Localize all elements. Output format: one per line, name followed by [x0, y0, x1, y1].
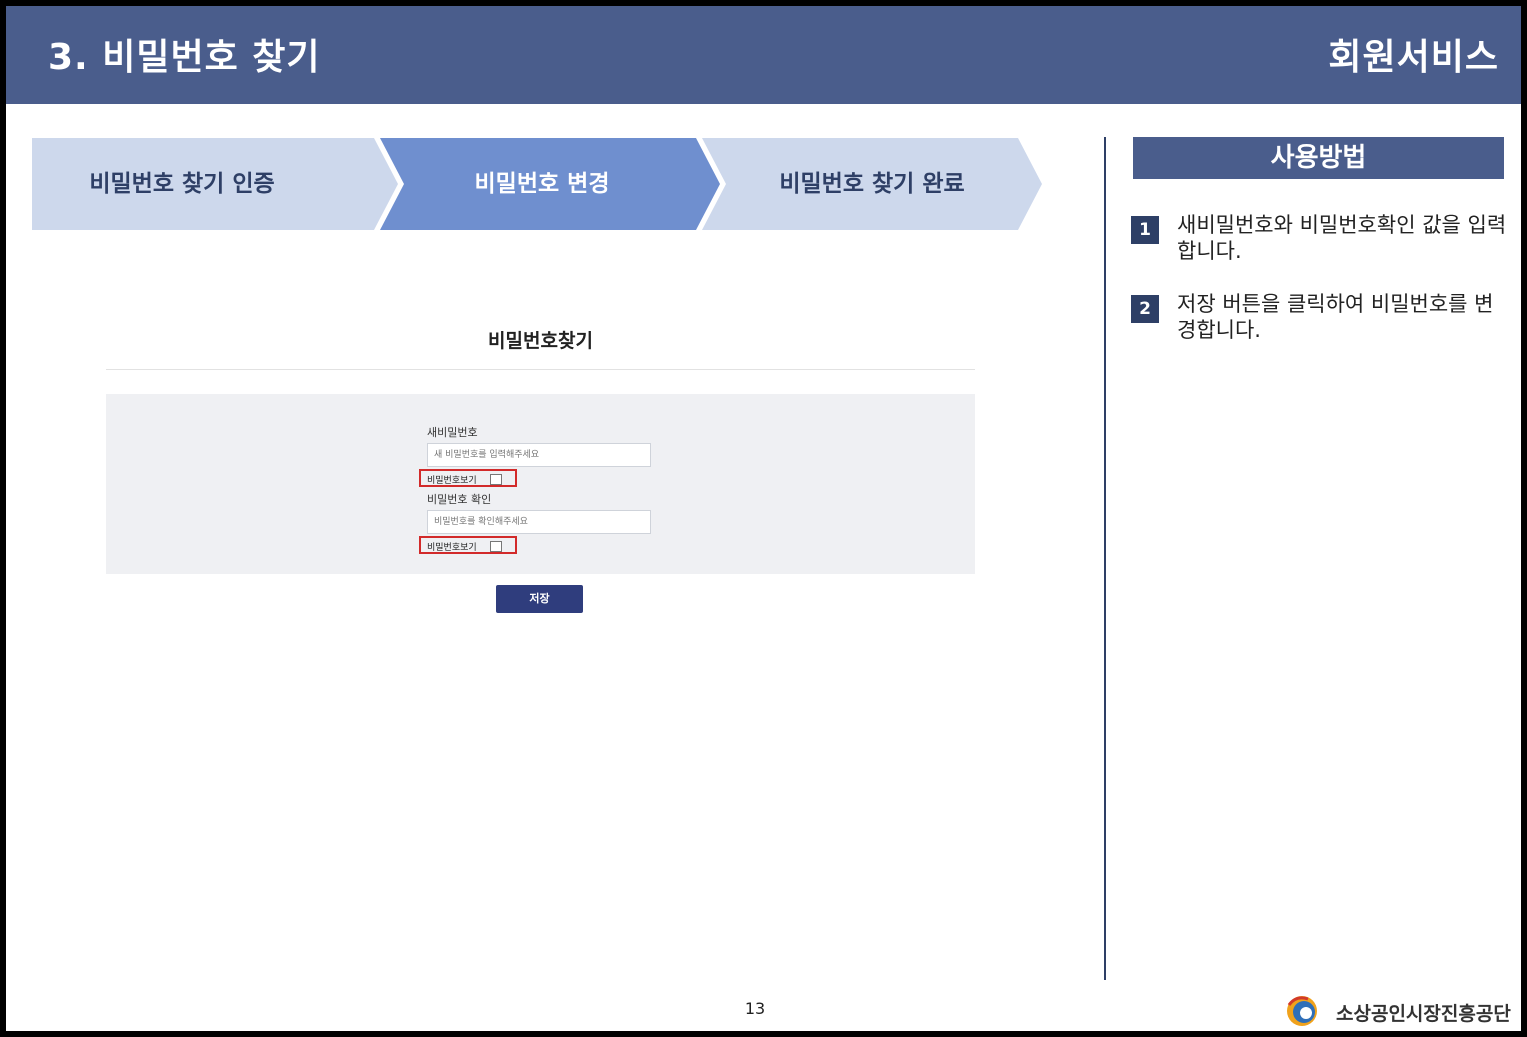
- page-title: 3. 비밀번호 찾기: [48, 37, 321, 78]
- show-password-label-2: 비밀번호보기: [427, 543, 477, 553]
- password-form: 새비밀번호 비밀번호보기 비밀번호 확인 비밀번호보기: [106, 394, 975, 574]
- howto-number-2: 2: [1131, 295, 1159, 323]
- new-password-label: 새비밀번호: [427, 426, 478, 439]
- howto-text-2: 저장 버튼을 클릭하여 비밀번호를 변경합니다.: [1177, 292, 1494, 342]
- step-progress: 비밀번호 찾기 인증 비밀번호 변경 비밀번호 찾기 완료: [32, 138, 1042, 230]
- slide: 3. 비밀번호 찾기 회원서비스 비밀번호 찾기 인증 비밀번호 변경 비밀번호…: [6, 6, 1521, 1031]
- step-3-label: 비밀번호 찾기 완료: [779, 171, 965, 197]
- howto-number-1: 1: [1131, 216, 1159, 244]
- save-button[interactable]: 저장: [496, 585, 583, 613]
- howto-text-1: 새비밀번호와 비밀번호확인 값을 입력합니다.: [1177, 213, 1507, 263]
- org-name: 소상공인시장진흥공단: [1336, 1003, 1511, 1025]
- show-password-label-1: 비밀번호보기: [427, 476, 477, 486]
- confirm-password-input[interactable]: [427, 510, 651, 534]
- page-number: 13: [744, 999, 766, 1018]
- section-title: 회원서비스: [1328, 37, 1499, 78]
- new-password-input[interactable]: [427, 443, 651, 467]
- org-logo: 소상공인시장진흥공단: [1284, 993, 1514, 1029]
- confirm-password-label: 비밀번호 확인: [427, 493, 492, 506]
- form-divider: [106, 369, 975, 370]
- header-bar: 3. 비밀번호 찾기 회원서비스: [6, 6, 1521, 104]
- show-password-toggle-2[interactable]: 비밀번호보기: [419, 536, 517, 554]
- form-title: 비밀번호찾기: [488, 330, 593, 352]
- show-password-toggle-1[interactable]: 비밀번호보기: [419, 469, 517, 487]
- org-logo-icon: [1287, 996, 1317, 1026]
- step-2-label: 비밀번호 변경: [474, 171, 610, 197]
- step-1-label: 비밀번호 찾기 인증: [89, 171, 275, 197]
- show-password-checkbox-1[interactable]: [490, 474, 502, 485]
- show-password-checkbox-2[interactable]: [490, 541, 502, 552]
- howto-title: 사용방법: [1133, 137, 1504, 179]
- vertical-divider: [1104, 137, 1106, 980]
